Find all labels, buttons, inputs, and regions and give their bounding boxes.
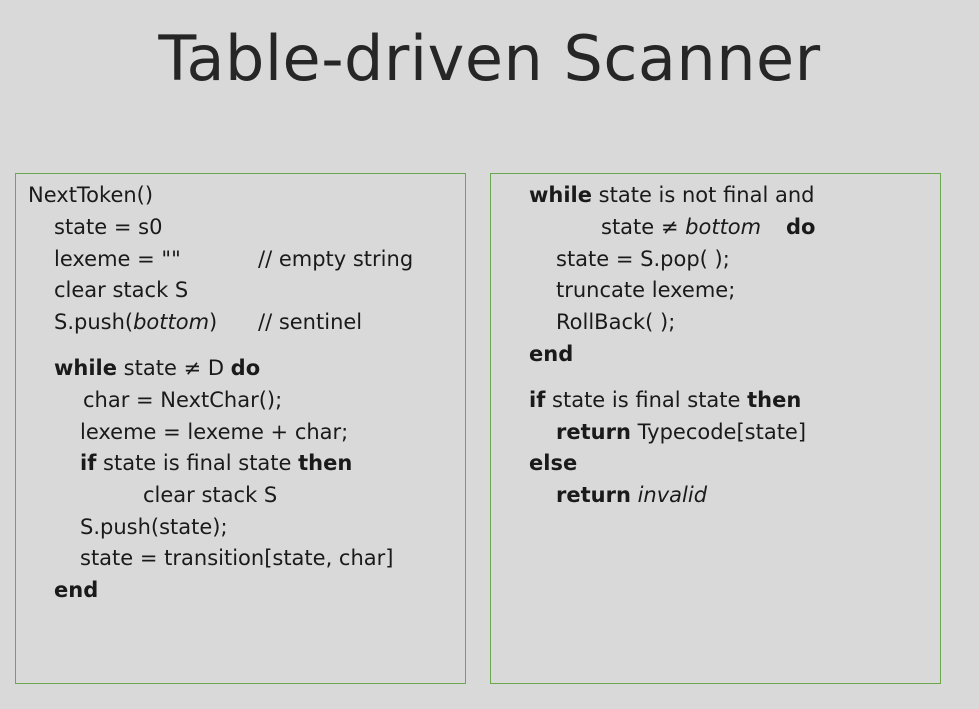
keyword: do [786, 215, 816, 239]
code-line: lexeme = "" [54, 247, 181, 271]
code-italic: bottom [685, 215, 762, 239]
code-line: S.push(bottom) [54, 309, 217, 335]
slide-title: Table-driven Scanner [158, 22, 821, 95]
code-comment: // sentinel [258, 310, 363, 334]
code-line: end [529, 341, 573, 367]
keyword: if [80, 451, 97, 475]
code-line: state = s0 [54, 215, 163, 239]
keyword: end [529, 342, 574, 366]
code-text: S.push( [54, 310, 134, 334]
code-text: state is not final and [592, 183, 815, 207]
keyword: return [556, 420, 631, 444]
code-line: end [54, 577, 98, 603]
code-text: state ≠ [601, 215, 686, 239]
code-line: char = NextChar(); [83, 388, 283, 412]
code-line: while state ≠ D do [54, 355, 260, 381]
keyword: then [298, 451, 353, 475]
code-line: do [786, 214, 815, 240]
code-line: if state is final state then [529, 387, 801, 413]
keyword: while [529, 183, 592, 207]
code-text: state is final state [96, 451, 299, 475]
code-line: if state is final state then [80, 450, 352, 476]
code-line: clear stack S [143, 483, 278, 507]
code-text: state is final state [545, 388, 748, 412]
keyword: end [54, 578, 99, 602]
code-line: RollBack( ); [556, 310, 676, 334]
code-line: return Typecode[state] [556, 419, 806, 445]
keyword: then [747, 388, 802, 412]
code-line: while state is not final and [529, 182, 815, 208]
code-text: ) [209, 310, 218, 334]
code-line: NextToken() [28, 183, 154, 207]
keyword: return [556, 483, 631, 507]
code-line: else [529, 450, 577, 476]
code-text: Typecode[state] [630, 420, 807, 444]
code-line: return invalid [556, 482, 707, 508]
code-line: S.push(state); [80, 515, 228, 539]
keyword: do [230, 356, 261, 380]
code-comment: // empty string [258, 247, 414, 271]
keyword: else [529, 451, 578, 475]
keyword: while [54, 356, 117, 380]
keyword: if [529, 388, 546, 412]
code-line: state = S.pop( ); [556, 247, 730, 271]
code-line: clear stack S [54, 278, 189, 302]
code-italic: invalid [637, 483, 708, 507]
code-line: lexeme = lexeme + char; [80, 420, 349, 444]
code-line: truncate lexeme; [556, 278, 736, 302]
code-line: state = transition[state, char] [80, 546, 394, 570]
code-line: state ≠ bottom [601, 214, 761, 240]
code-italic: bottom [133, 310, 210, 334]
code-text: state ≠ D [117, 356, 231, 380]
